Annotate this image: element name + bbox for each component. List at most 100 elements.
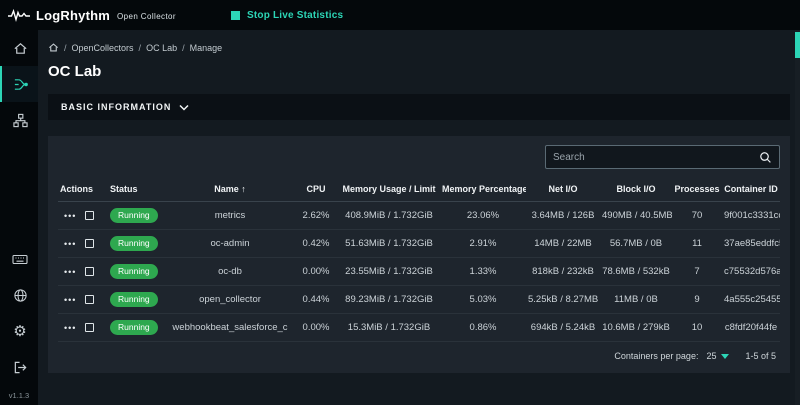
version-label: v1.1.3	[0, 385, 38, 405]
sidebar-item-logout[interactable]	[0, 349, 38, 385]
search-row	[58, 145, 780, 169]
table-row: ••• Running oc-db 0.00% 23.55MiB / 1.732…	[58, 258, 780, 286]
col-memory-percentage[interactable]: Memory Percentage	[440, 178, 526, 202]
caret-down-icon	[721, 354, 729, 359]
sidebar-item-home[interactable]	[0, 30, 38, 66]
container-id-value: 37ae85eddfc5	[722, 230, 780, 258]
sidebar-spacer	[0, 138, 38, 241]
cpu-value: 0.00%	[294, 314, 338, 342]
chevron-down-icon	[179, 104, 189, 111]
col-memory-usage[interactable]: Memory Usage / Limit	[338, 178, 440, 202]
container-id-value: c75532d576a5	[722, 258, 780, 286]
memory-usage-value: 23.55MiB / 1.732GiB	[338, 258, 440, 286]
stop-live-statistics-button[interactable]: Stop Live Statistics	[231, 10, 343, 21]
page-size-select[interactable]: 25	[706, 351, 729, 361]
status-badge: Running	[110, 264, 158, 279]
container-id-value: 4a555c254559	[722, 286, 780, 314]
table-row: ••• Running open_collector 0.44% 89.23Mi…	[58, 286, 780, 314]
scrollbar-thumb[interactable]	[795, 32, 800, 58]
memory-percentage-value: 2.91%	[440, 230, 526, 258]
cpu-value: 0.42%	[294, 230, 338, 258]
col-container-id[interactable]: Container ID	[722, 178, 780, 202]
block-io-value: 78.6MB / 532kB	[600, 258, 672, 286]
sidebar-item-deployment[interactable]	[0, 102, 38, 138]
memory-percentage-value: 23.06%	[440, 202, 526, 230]
basic-information-label: BASIC INFORMATION	[61, 102, 171, 112]
col-block-io[interactable]: Block I/O	[600, 178, 672, 202]
processes-value: 9	[672, 286, 722, 314]
breadcrumb-separator: /	[139, 43, 142, 53]
memory-percentage-value: 5.03%	[440, 286, 526, 314]
sitemap-icon	[13, 113, 28, 128]
col-name[interactable]: Name ↑	[166, 178, 294, 202]
logrhythm-waveform-icon	[8, 8, 30, 22]
net-io-value: 5.25kB / 8.27MB	[526, 286, 600, 314]
pagination-range: 1-5 of 5	[745, 351, 776, 361]
memory-usage-value: 51.63MiB / 1.732GiB	[338, 230, 440, 258]
memory-percentage-value: 1.33%	[440, 258, 526, 286]
logo: LogRhythm Open Collector	[0, 8, 176, 23]
sidebar-item-console[interactable]	[0, 241, 38, 277]
memory-usage-value: 15.3MiB / 1.732GiB	[338, 314, 440, 342]
sidebar-item-opencollectors[interactable]	[0, 66, 38, 102]
app-window: LogRhythm Open Collector Stop Live Stati…	[0, 0, 800, 405]
home-icon	[13, 41, 28, 56]
stop-icon	[231, 11, 240, 20]
breadcrumb: / OpenCollectors / OC Lab / Manage	[48, 38, 790, 53]
col-processes[interactable]: Processes	[672, 178, 722, 202]
table-footer: Containers per page: 25 1-5 of 5	[58, 342, 780, 367]
container-name: webhookbeat_salesforce_c	[166, 314, 294, 342]
sort-asc-icon: ↑	[241, 184, 246, 194]
search-icon[interactable]	[759, 151, 772, 164]
row-actions-button[interactable]: •••	[64, 323, 76, 333]
cpu-value: 2.62%	[294, 202, 338, 230]
net-io-value: 3.64MB / 126B	[526, 202, 600, 230]
processes-value: 7	[672, 258, 722, 286]
row-checkbox[interactable]	[85, 211, 94, 220]
breadcrumb-manage[interactable]: Manage	[190, 43, 223, 53]
breadcrumb-separator: /	[64, 43, 67, 53]
status-badge: Running	[110, 320, 158, 335]
net-io-value: 14MB / 22MB	[526, 230, 600, 258]
processes-value: 10	[672, 314, 722, 342]
processes-value: 70	[672, 202, 722, 230]
home-breadcrumb-icon[interactable]	[48, 42, 59, 53]
row-actions-button[interactable]: •••	[64, 295, 76, 305]
row-actions-button[interactable]: •••	[64, 211, 76, 221]
col-actions: Actions	[58, 178, 108, 202]
net-io-value: 694kB / 5.24kB	[526, 314, 600, 342]
container-id-value: 9f001c3331cc	[722, 202, 780, 230]
col-net-io[interactable]: Net I/O	[526, 178, 600, 202]
page-title: OC Lab	[48, 63, 790, 80]
row-actions-button[interactable]: •••	[64, 267, 76, 277]
table-row: ••• Running webhookbeat_salesforce_c 0.0…	[58, 314, 780, 342]
brand-subtitle: Open Collector	[117, 12, 176, 21]
container-name: oc-admin	[166, 230, 294, 258]
open-collector-icon	[13, 77, 28, 92]
row-checkbox[interactable]	[85, 295, 94, 304]
stop-live-statistics-label: Stop Live Statistics	[247, 10, 343, 21]
cpu-value: 0.00%	[294, 258, 338, 286]
keyboard-icon	[12, 252, 28, 266]
row-checkbox[interactable]	[85, 323, 94, 332]
basic-information-header[interactable]: BASIC INFORMATION	[48, 94, 790, 120]
table-row: ••• Running oc-admin 0.42% 51.63MiB / 1.…	[58, 230, 780, 258]
breadcrumb-opencollectors[interactable]: OpenCollectors	[72, 43, 134, 53]
col-cpu[interactable]: CPU	[294, 178, 338, 202]
globe-icon	[13, 288, 28, 303]
status-badge: Running	[110, 208, 158, 223]
row-actions-button[interactable]: •••	[64, 239, 76, 249]
memory-usage-value: 408.9MiB / 1.732GiB	[338, 202, 440, 230]
search-box	[545, 145, 780, 169]
sidebar-item-network[interactable]	[0, 277, 38, 313]
table-header-row: Actions Status Name ↑ CPU Memory Usage /…	[58, 178, 780, 202]
search-input[interactable]	[553, 152, 759, 163]
row-checkbox[interactable]	[85, 239, 94, 248]
brand-name: LogRhythm	[36, 8, 110, 23]
net-io-value: 818kB / 232kB	[526, 258, 600, 286]
breadcrumb-separator: /	[182, 43, 185, 53]
page-size-label: Containers per page:	[614, 351, 698, 361]
sidebar-item-settings[interactable]: ⚙	[0, 313, 38, 349]
row-checkbox[interactable]	[85, 267, 94, 276]
breadcrumb-oc-lab[interactable]: OC Lab	[146, 43, 177, 53]
